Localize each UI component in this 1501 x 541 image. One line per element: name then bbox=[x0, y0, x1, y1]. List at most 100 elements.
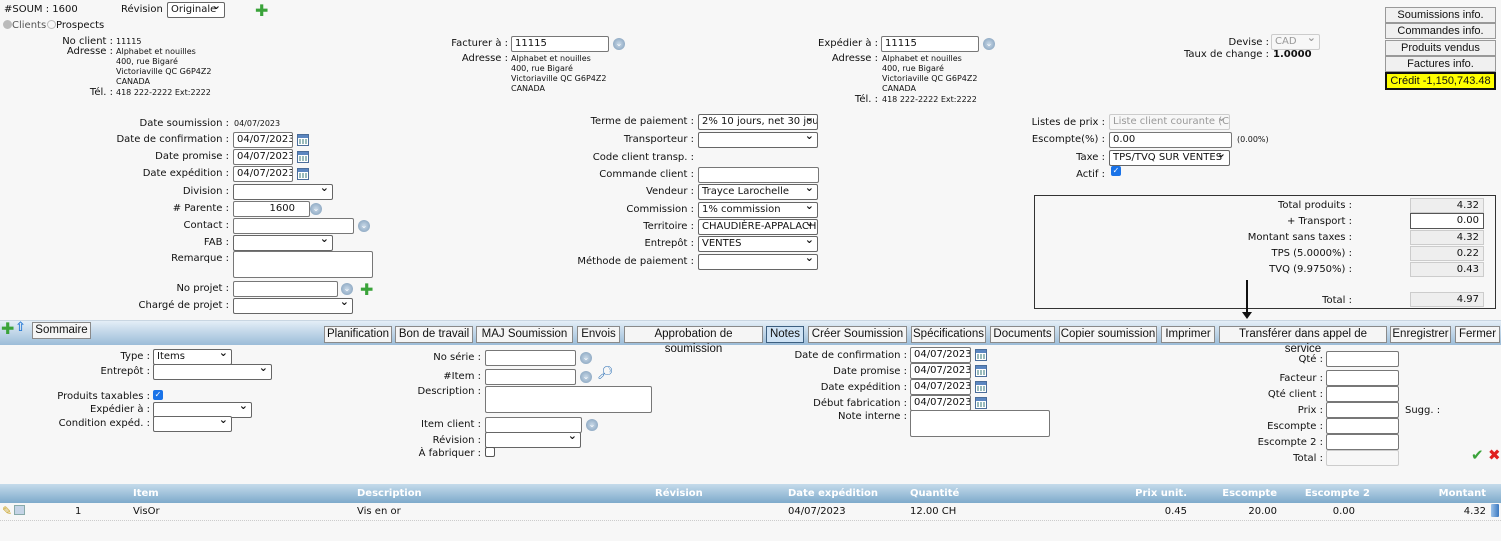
listes-prix-select[interactable]: Liste client courante (CAD) bbox=[1109, 114, 1230, 130]
copier-soumission-button[interactable]: Copier soumission bbox=[1059, 326, 1157, 343]
taxables-checkbox[interactable]: ✓ bbox=[153, 390, 163, 400]
facteur-input[interactable] bbox=[1326, 370, 1399, 386]
planification-button[interactable]: Planification bbox=[324, 326, 392, 343]
item-client-input[interactable] bbox=[485, 417, 582, 433]
expedier-input[interactable]: 11115 bbox=[881, 36, 979, 52]
calendar-icon[interactable] bbox=[297, 168, 309, 180]
item-escompte-input[interactable] bbox=[1326, 418, 1399, 434]
col-item[interactable]: Item bbox=[133, 488, 159, 499]
transport-input[interactable]: 0.00 bbox=[1410, 213, 1484, 229]
radio-prospects[interactable]: Prospects bbox=[47, 20, 104, 31]
item-entrepot-select[interactable] bbox=[153, 364, 272, 380]
escompte-input[interactable]: 0.00 bbox=[1109, 132, 1232, 148]
calendar-icon[interactable] bbox=[975, 397, 987, 409]
type-select[interactable]: Items bbox=[153, 349, 232, 365]
col-quantite[interactable]: Quantité bbox=[910, 488, 959, 499]
documents-button[interactable]: Documents bbox=[990, 326, 1055, 343]
specifications-button[interactable]: Spécifications bbox=[911, 326, 986, 343]
credit-badge[interactable]: Crédit -1,150,743.48 bbox=[1385, 72, 1496, 90]
col-montant[interactable]: Montant bbox=[1439, 488, 1486, 499]
produits-vendus-button[interactable]: Produits vendus bbox=[1385, 40, 1496, 56]
revision-select[interactable]: Originale bbox=[167, 2, 225, 18]
devise-select[interactable]: CAD bbox=[1271, 34, 1320, 50]
condition-select[interactable] bbox=[153, 416, 232, 432]
division-select[interactable] bbox=[233, 184, 333, 200]
bon-de-travail-button[interactable]: Bon de travail bbox=[395, 326, 473, 343]
copy-icon[interactable] bbox=[14, 505, 25, 515]
no-projet-input[interactable] bbox=[233, 281, 338, 297]
charge-projet-select[interactable] bbox=[233, 298, 353, 314]
description-textarea[interactable] bbox=[485, 386, 652, 413]
fermer-button[interactable]: Fermer bbox=[1455, 326, 1500, 343]
debut-fabrication-input[interactable]: 04/07/2023 bbox=[910, 395, 971, 411]
calendar-icon[interactable] bbox=[975, 349, 987, 361]
radio-clients[interactable]: Clients bbox=[3, 20, 46, 31]
commande-client-input[interactable] bbox=[698, 167, 819, 183]
facturer-input[interactable]: 11115 bbox=[511, 36, 609, 52]
search-icon[interactable]: 🔎︎ bbox=[597, 366, 614, 381]
taxe-select[interactable]: TPS/TVQ SUR VENTES bbox=[1109, 150, 1230, 166]
contact-input[interactable] bbox=[233, 218, 354, 234]
item-date-promise-input[interactable]: 04/07/2023 bbox=[910, 363, 971, 379]
chevron-down-icon[interactable]: ⌄ bbox=[983, 38, 995, 50]
soumissions-info-button[interactable]: Soumissions info. bbox=[1385, 7, 1496, 23]
date-promise-input[interactable]: 04/07/2023 bbox=[233, 149, 293, 165]
col-escompte2[interactable]: Escompte 2 bbox=[1305, 488, 1370, 499]
fabriquer-checkbox[interactable] bbox=[485, 447, 495, 457]
item-date-confirmation-input[interactable]: 04/07/2023 bbox=[910, 347, 971, 363]
territoire-select[interactable]: CHAUDIÈRE-APPALACHES bbox=[698, 219, 818, 235]
maj-soumission-button[interactable]: MAJ Soumission bbox=[476, 326, 573, 343]
col-revision[interactable]: Révision bbox=[655, 488, 703, 499]
remarque-textarea[interactable] bbox=[233, 251, 373, 278]
add-line-icon[interactable]: ✚ bbox=[1, 321, 14, 337]
entrepot-select[interactable]: VENTES bbox=[698, 236, 818, 252]
qte-client-input[interactable] bbox=[1326, 386, 1399, 402]
table-row[interactable]: ✎ 1 VisOr Vis en or 04/07/2023 12.00 CH … bbox=[0, 503, 1501, 521]
col-escompte[interactable]: Escompte bbox=[1222, 488, 1277, 499]
sommaire-button[interactable]: Sommaire bbox=[32, 322, 91, 339]
transferer-button[interactable]: Transférer dans appel de service bbox=[1219, 326, 1387, 355]
col-prix-unit[interactable]: Prix unit. bbox=[1135, 488, 1187, 499]
chevron-down-icon[interactable]: ⌄ bbox=[580, 352, 592, 364]
qte-input[interactable] bbox=[1326, 351, 1399, 367]
add-revision-icon[interactable]: ✚ bbox=[255, 3, 268, 19]
calendar-icon[interactable] bbox=[975, 381, 987, 393]
envois-button[interactable]: Envois bbox=[577, 326, 620, 343]
chevron-down-icon[interactable]: ⌄ bbox=[580, 371, 592, 383]
col-date-expedition[interactable]: Date expédition bbox=[788, 488, 878, 499]
notes-button[interactable]: Notes bbox=[766, 326, 804, 343]
calendar-icon[interactable] bbox=[297, 134, 309, 146]
note-interne-textarea[interactable] bbox=[910, 410, 1050, 437]
methode-select[interactable] bbox=[698, 254, 818, 270]
edit-pencil-icon[interactable]: ✎ bbox=[2, 504, 12, 518]
vendeur-select[interactable]: Trayce Larochelle bbox=[698, 184, 818, 200]
confirm-check-icon[interactable]: ✔ bbox=[1471, 446, 1484, 464]
item-revision-select[interactable] bbox=[485, 432, 581, 448]
chevron-down-icon[interactable]: ⌄ bbox=[341, 283, 353, 295]
arrow-up-icon[interactable]: ⇧ bbox=[15, 320, 26, 335]
commission-select[interactable]: 1% commission bbox=[698, 202, 818, 218]
chevron-down-icon[interactable]: ⌄ bbox=[613, 38, 625, 50]
fab-select[interactable] bbox=[233, 235, 333, 251]
no-serie-input[interactable] bbox=[485, 350, 576, 366]
calendar-icon[interactable] bbox=[297, 151, 309, 163]
commandes-info-button[interactable]: Commandes info. bbox=[1385, 23, 1496, 39]
chevron-down-icon[interactable]: ⌄ bbox=[358, 220, 370, 232]
approbation-button[interactable]: Approbation de soumission bbox=[624, 326, 763, 355]
col-description[interactable]: Description bbox=[357, 488, 422, 499]
actif-checkbox[interactable]: ✓ bbox=[1111, 166, 1121, 176]
imprimer-button[interactable]: Imprimer bbox=[1161, 326, 1215, 343]
transporteur-select[interactable] bbox=[698, 132, 818, 148]
factures-info-button[interactable]: Factures info. bbox=[1385, 56, 1496, 72]
trash-icon[interactable] bbox=[1491, 504, 1499, 517]
parente-input[interactable]: 1600 bbox=[233, 201, 310, 217]
date-confirmation-input[interactable]: 04/07/2023 bbox=[233, 132, 293, 148]
chevron-down-icon[interactable]: ⌄ bbox=[310, 203, 322, 215]
calendar-icon[interactable] bbox=[975, 365, 987, 377]
enregistrer-button[interactable]: Enregistrer bbox=[1390, 326, 1451, 343]
date-expedition-input[interactable]: 04/07/2023 bbox=[233, 166, 293, 182]
item-date-expedition-input[interactable]: 04/07/2023 bbox=[910, 379, 971, 395]
item-escompte2-input[interactable] bbox=[1326, 434, 1399, 450]
terme-select[interactable]: 2% 10 jours, net 30 jours bbox=[698, 114, 818, 130]
chevron-down-icon[interactable]: ⌄ bbox=[586, 419, 598, 431]
